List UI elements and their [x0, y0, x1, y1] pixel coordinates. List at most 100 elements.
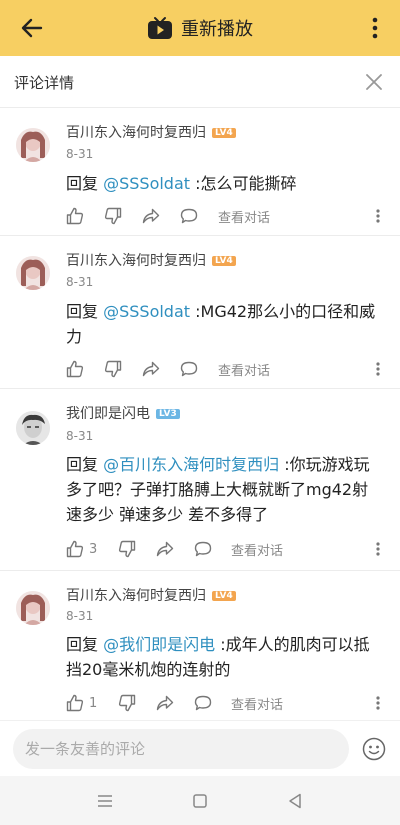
dislike-button[interactable]	[104, 358, 122, 380]
comment-input-bar	[0, 720, 400, 776]
thumbs-up-icon	[66, 207, 84, 225]
avatar-image	[16, 128, 50, 162]
comment-input[interactable]	[13, 729, 349, 769]
comment-text: 回复 @SSSoldat :怎么可能撕碎	[66, 174, 297, 193]
thumbs-down-icon	[118, 540, 136, 558]
like-count: 3	[89, 541, 98, 557]
dislike-button[interactable]	[118, 692, 136, 714]
username[interactable]: 我们即是闪电 LV3	[66, 403, 180, 423]
nav-home-button[interactable]	[189, 790, 211, 812]
thumbs-up-icon	[66, 540, 84, 558]
more-vertical-icon	[376, 696, 380, 710]
comment-text: 回复 @SSSoldat :MG42那么小的口径和威力	[66, 302, 376, 346]
like-button[interactable]: 1	[66, 692, 97, 714]
like-button[interactable]	[66, 358, 89, 380]
comment-bubble-icon	[194, 695, 212, 711]
comment-actions: 1 查看对话	[66, 692, 386, 714]
dislike-button[interactable]	[104, 205, 122, 227]
more-vertical-icon	[376, 362, 380, 376]
level-badge: LV4	[212, 591, 236, 601]
thumbs-up-icon	[66, 360, 84, 378]
emoji-icon	[362, 737, 386, 761]
comment-more-button[interactable]	[370, 538, 386, 560]
comment-bubble-icon	[194, 541, 212, 557]
comment-more-button[interactable]	[370, 205, 386, 227]
level-badge: LV4	[212, 128, 236, 138]
home-square-icon	[193, 794, 207, 808]
more-button[interactable]	[360, 10, 390, 46]
comment-item: 百川东入海何时复西归 LV4 8-31 回复 @SSSoldat :怎么可能撕碎 …	[0, 108, 400, 236]
comment-date: 8-31	[66, 147, 94, 161]
share-button[interactable]	[142, 358, 160, 380]
comment-bubble-icon	[180, 208, 198, 224]
play-video-icon	[148, 17, 172, 39]
close-button[interactable]	[360, 68, 388, 96]
share-button[interactable]	[142, 205, 160, 227]
username[interactable]: 百川东入海何时复西归 LV4	[66, 585, 236, 605]
nav-back-button[interactable]	[284, 790, 306, 812]
avatar-image	[16, 256, 50, 290]
page-title: 重新播放	[181, 19, 253, 40]
header-title: 评论详情	[14, 74, 75, 92]
mention-link[interactable]: @SSSoldat	[103, 174, 190, 193]
view-conversation-link[interactable]: 查看对话	[218, 358, 270, 380]
back-triangle-icon	[289, 793, 301, 809]
thumbs-down-icon	[104, 360, 122, 378]
emoji-button[interactable]	[362, 737, 386, 761]
top-bar: 重新播放	[0, 0, 400, 56]
comment-date: 8-31	[66, 275, 94, 289]
comment-date: 8-31	[66, 609, 94, 623]
level-badge: LV3	[156, 409, 180, 419]
avatar[interactable]	[16, 591, 50, 625]
view-conversation-link[interactable]: 查看对话	[218, 205, 270, 227]
view-conversation-link[interactable]: 查看对话	[231, 692, 283, 714]
view-conversation-link[interactable]: 查看对话	[231, 538, 283, 560]
thumbs-up-icon	[66, 694, 84, 712]
reply-button[interactable]	[194, 692, 212, 714]
reply-button[interactable]	[194, 538, 212, 560]
comment-bubble-icon	[180, 361, 198, 377]
share-icon	[156, 695, 174, 711]
comment-more-button[interactable]	[370, 692, 386, 714]
mention-link[interactable]: @百川东入海何时复西归	[103, 455, 279, 474]
thumbs-down-icon	[104, 207, 122, 225]
avatar[interactable]	[16, 256, 50, 290]
comment-text: 回复 @我们即是闪电 :成年人的肌肉可以抵挡20毫米机炮的连射的	[66, 635, 370, 679]
thumbs-down-icon	[118, 694, 136, 712]
avatar[interactable]	[16, 128, 50, 162]
share-icon	[142, 361, 160, 377]
close-icon	[366, 74, 382, 90]
share-icon	[156, 541, 174, 557]
more-vertical-icon	[376, 209, 380, 223]
comment-item: 我们即是闪电 LV3 8-31 回复 @百川东入海何时复西归 :你玩游戏玩多了吧？…	[0, 389, 400, 571]
like-count: 1	[89, 695, 98, 711]
share-icon	[142, 208, 160, 224]
username[interactable]: 百川东入海何时复西归 LV4	[66, 250, 236, 270]
comment-detail-header: 评论详情	[0, 56, 400, 108]
share-button[interactable]	[156, 538, 174, 560]
comment-item: 百川东入海何时复西归 LV4 8-31 回复 @我们即是闪电 :成年人的肌肉可以抵…	[0, 571, 400, 720]
comment-text: 回复 @百川东入海何时复西归 :你玩游戏玩多了吧？子弹打胳膊上大概就断了mg42…	[66, 455, 370, 524]
comment-actions: 3 查看对话	[66, 538, 386, 560]
comment-more-button[interactable]	[370, 358, 386, 380]
comment-date: 8-31	[66, 429, 94, 443]
avatar[interactable]	[16, 411, 50, 445]
mention-link[interactable]: @SSSoldat	[103, 302, 190, 321]
avatar-image	[16, 411, 50, 445]
dislike-button[interactable]	[118, 538, 136, 560]
more-vertical-icon	[372, 17, 378, 39]
level-badge: LV4	[212, 256, 236, 266]
mention-link[interactable]: @我们即是闪电	[103, 635, 215, 654]
reply-button[interactable]	[180, 358, 198, 380]
like-button[interactable]: 3	[66, 538, 97, 560]
menu-icon	[98, 795, 112, 807]
avatar-image	[16, 591, 50, 625]
system-nav-bar	[0, 776, 400, 825]
like-button[interactable]	[66, 205, 89, 227]
nav-menu-button[interactable]	[94, 790, 116, 812]
username[interactable]: 百川东入海何时复西归 LV4	[66, 122, 236, 142]
share-button[interactable]	[156, 692, 174, 714]
comment-actions: 查看对话	[66, 205, 386, 227]
title-group[interactable]: 重新播放	[0, 0, 400, 56]
reply-button[interactable]	[180, 205, 198, 227]
